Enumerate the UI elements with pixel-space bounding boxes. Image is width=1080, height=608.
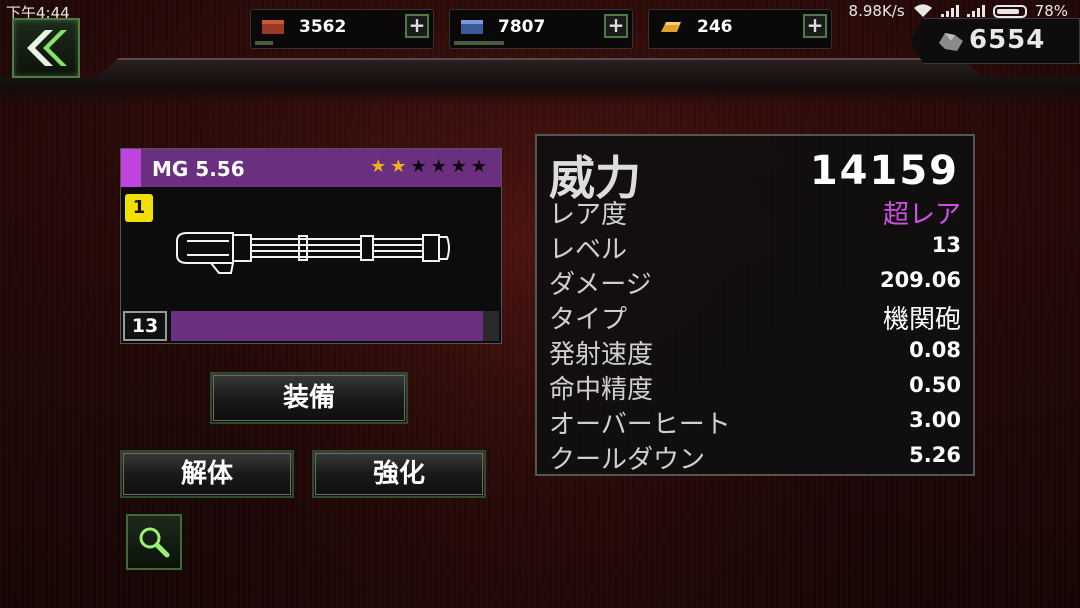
stat-value-damage: 209.06 [879,268,961,292]
stat-label: クールダウン [549,445,706,475]
network-speed: 8.98K/s [848,2,905,20]
stat-label: レア度 [549,200,628,230]
star-filled-icon: ★ [370,156,387,177]
stat-value-cooldown: 5.26 [909,443,961,467]
stat-row-overheat: オーバーヒート 3.00 [549,404,961,440]
star-empty-icon: ★ [430,156,447,177]
equip-button[interactable]: 装備 [210,372,408,424]
enhance-button[interactable]: 強化 [312,450,486,498]
stat-value-accuracy: 0.50 [909,373,961,397]
star-empty-icon: ★ [450,156,467,177]
star-empty-icon: ★ [410,156,427,177]
stat-label: ダメージ [549,270,652,300]
rarity-stripe [121,149,141,187]
blue-crate-bar [454,41,504,45]
star-rating: ★ ★ ★ ★ ★ ★ [370,157,487,177]
gem-counter[interactable]: 6554 [910,18,1080,64]
stat-label: 命中精度 [549,375,654,405]
stat-value-level: 13 [931,233,961,257]
red-crate-bar [255,41,273,45]
signal-icon [940,5,959,17]
star-empty-icon: ★ [470,156,487,177]
status-indicators: 8.98K/s 78% [849,2,1068,20]
add-red-crate-button[interactable]: + [405,14,429,38]
add-gold-bars-button[interactable]: + [803,14,827,38]
weapon-card-header: MG 5.56 ★ ★ ★ ★ ★ ★ [121,149,501,187]
stats-panel: 威力 14159 レア度 超レア レベル 13 ダメージ 209.06 タイプ … [535,134,975,476]
magnifier-icon [139,527,170,558]
stat-row-cooldown: クールダウン 5.26 [549,439,961,475]
wifi-icon [913,4,932,18]
inspect-button[interactable] [126,514,182,570]
minigun-icon [176,232,450,274]
gold-bar-icon [661,22,681,32]
blue-crate-count: 7807 [498,17,546,37]
stat-label: オーバーヒート [549,410,731,440]
stat-row-rarity: レア度 超レア [549,194,961,230]
battery-icon [992,4,1027,18]
stat-label: タイプ [549,305,628,335]
signal-icon-2 [966,5,985,17]
top-hud-frame [0,58,1080,104]
stat-value-rarity: 超レア [882,200,961,230]
double-chevron-left-icon [27,30,67,66]
stat-row-damage: ダメージ 209.06 [549,264,961,300]
gem-count: 6554 [969,25,1046,55]
weapon-card[interactable]: MG 5.56 ★ ★ ★ ★ ★ ★ 1 13 [120,148,502,344]
xp-bar [171,311,499,341]
stat-value-overheat: 3.00 [909,408,961,432]
stat-label: 発射速度 [549,340,654,370]
stat-row-accuracy: 命中精度 0.50 [549,369,961,405]
star-filled-icon: ★ [390,156,407,177]
gold-bars-count: 246 [697,17,733,37]
stat-label: レベル [549,235,628,265]
red-crate-count: 3562 [299,17,347,37]
weapon-level-badge: 13 [123,311,167,341]
red-crate-icon [262,20,284,34]
stat-row-type: タイプ 機関砲 [549,299,961,335]
xp-bar-fill [171,311,483,341]
power-value: 14159 [809,148,959,194]
stat-row-fire-rate: 発射速度 0.08 [549,334,961,370]
stat-row-level: レベル 13 [549,229,961,265]
battery-percent: 78% [1034,2,1068,20]
resource-blue-crate: 7807 + [449,9,633,49]
back-button[interactable] [12,18,80,78]
resource-gold-bars: 246 + [648,9,832,49]
ore-icon [939,33,963,51]
blue-crate-icon [461,20,483,34]
resource-red-crate: 3562 + [250,9,434,49]
weapon-name: MG 5.56 [152,157,245,181]
stat-rows: レア度 超レア レベル 13 ダメージ 209.06 タイプ 機関砲 発射速度 … [549,194,961,475]
stat-value-fire-rate: 0.08 [909,338,961,362]
dismantle-button[interactable]: 解体 [120,450,294,498]
add-blue-crate-button[interactable]: + [604,14,628,38]
stat-value-type: 機関砲 [882,305,961,335]
slot-badge: 1 [125,194,153,222]
